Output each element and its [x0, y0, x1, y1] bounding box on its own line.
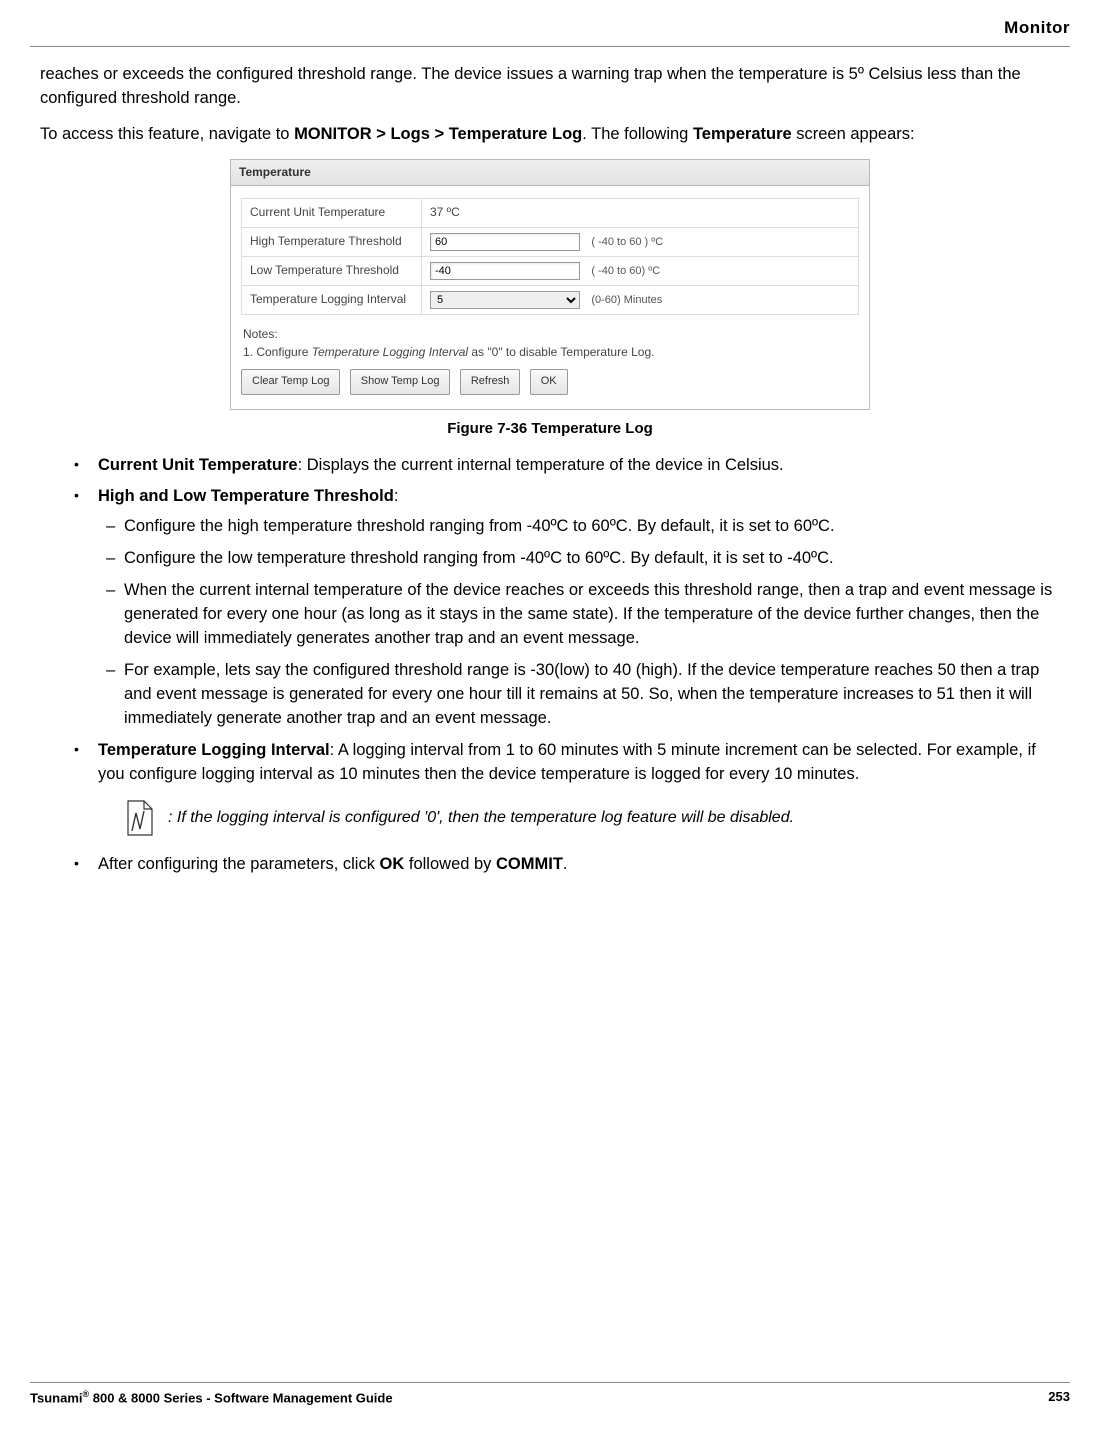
bullet-current-temp: Current Unit Temperature: Displays the c… — [74, 454, 1060, 478]
low-threshold-input[interactable] — [430, 262, 580, 280]
temperature-panel: Temperature Current Unit Temperature 37 … — [230, 159, 870, 410]
button-row: Clear Temp Log Show Temp Log Refresh OK — [241, 369, 859, 401]
footer-rule — [30, 1382, 1070, 1383]
low-threshold-label: Low Temperature Threshold — [242, 256, 422, 285]
row-low-threshold: Low Temperature Threshold ( -40 to 60) º… — [242, 256, 859, 285]
ok-button[interactable]: OK — [530, 369, 568, 395]
footer: Tsunami® 800 & 8000 Series - Software Ma… — [30, 1382, 1070, 1405]
row-high-threshold: High Temperature Threshold ( -40 to 60 )… — [242, 227, 859, 256]
note-block: : If the logging interval is configured … — [122, 797, 1060, 839]
sub-trap-behavior: When the current internal temperature of… — [106, 579, 1060, 651]
footer-left: Tsunami® 800 & 8000 Series - Software Ma… — [30, 1389, 393, 1405]
sub-high-threshold: Configure the high temperature threshold… — [106, 515, 1060, 539]
header-rule — [30, 46, 1070, 47]
row-logging-interval: Temperature Logging Interval 5 (0-60) Mi… — [242, 285, 859, 314]
bullet-commit: After configuring the parameters, click … — [74, 853, 1060, 877]
note-text: : If the logging interval is configured … — [168, 806, 794, 829]
logging-interval-select[interactable]: 5 — [430, 291, 580, 309]
low-threshold-hint: ( -40 to 60) ºC — [591, 265, 660, 277]
figure-caption: Figure 7-36 Temperature Log — [230, 418, 870, 440]
body-content: reaches or exceeds the configured thresh… — [30, 63, 1070, 877]
logging-interval-label: Temperature Logging Interval — [242, 285, 422, 314]
refresh-button[interactable]: Refresh — [460, 369, 521, 395]
current-temp-label: Current Unit Temperature — [242, 199, 422, 227]
section-header: Monitor — [30, 18, 1070, 46]
current-temp-value: 37 ºC — [422, 199, 859, 227]
figure-wrapper: Temperature Current Unit Temperature 37 … — [230, 159, 870, 440]
panel-body: Current Unit Temperature 37 ºC High Temp… — [231, 186, 869, 409]
form-table: Current Unit Temperature 37 ºC High Temp… — [241, 198, 859, 315]
high-threshold-label: High Temperature Threshold — [242, 227, 422, 256]
bullet-logging-interval: Temperature Logging Interval: A logging … — [74, 739, 1060, 839]
row-current-temp: Current Unit Temperature 37 ºC — [242, 199, 859, 227]
clear-temp-log-button[interactable]: Clear Temp Log — [241, 369, 340, 395]
high-threshold-input[interactable] — [430, 233, 580, 251]
intro-paragraph-1: reaches or exceeds the configured thresh… — [40, 63, 1060, 111]
panel-title: Temperature — [231, 160, 869, 186]
intro-paragraph-2: To access this feature, navigate to MONI… — [40, 123, 1060, 147]
logging-interval-hint: (0-60) Minutes — [591, 294, 662, 306]
sub-low-threshold: Configure the low temperature threshold … — [106, 547, 1060, 571]
panel-notes: Notes: 1. Configure Temperature Logging … — [241, 315, 859, 369]
show-temp-log-button[interactable]: Show Temp Log — [350, 369, 451, 395]
sub-example: For example, lets say the configured thr… — [106, 659, 1060, 731]
page-number: 253 — [1048, 1389, 1070, 1405]
high-threshold-hint: ( -40 to 60 ) ºC — [591, 236, 663, 248]
note-icon — [122, 797, 158, 839]
bullet-thresholds: High and Low Temperature Threshold: Conf… — [74, 485, 1060, 730]
